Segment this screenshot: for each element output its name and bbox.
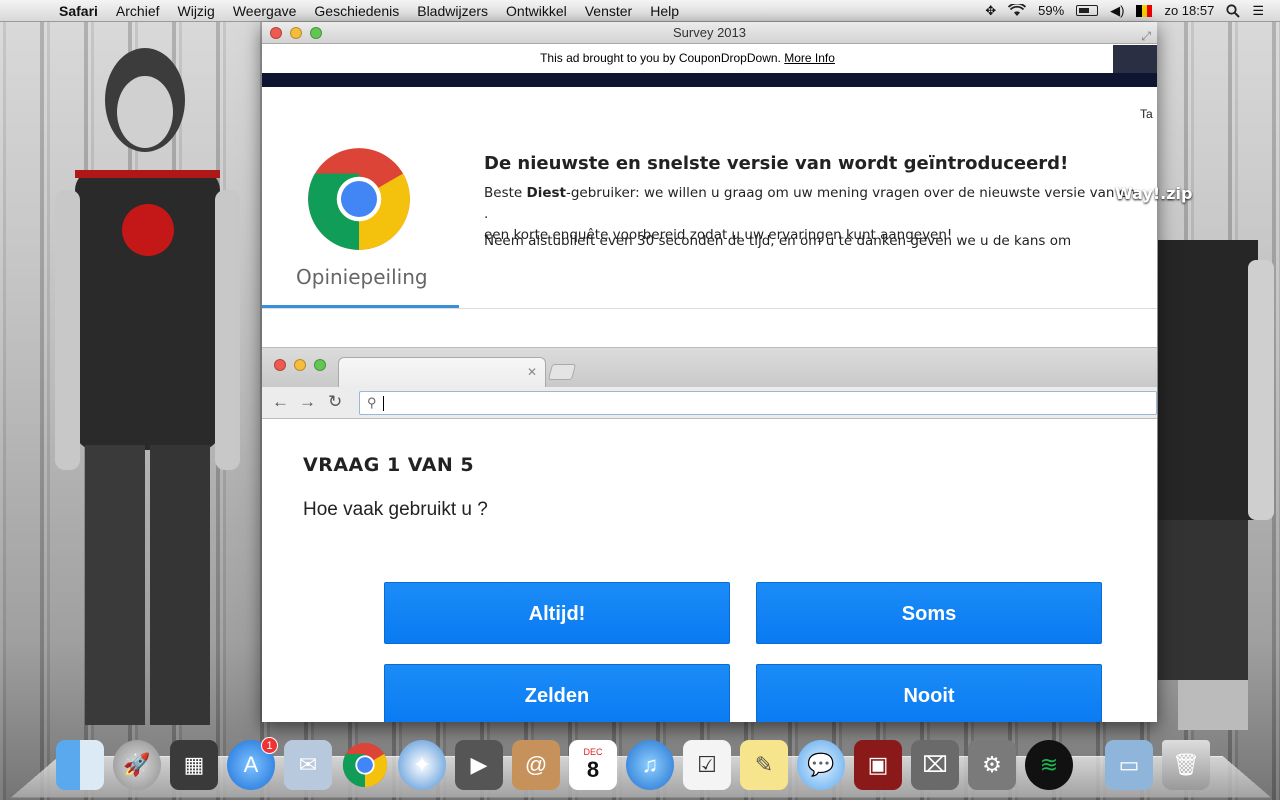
- reload-icon[interactable]: ↻: [328, 392, 342, 412]
- bluetooth-icon[interactable]: ✥: [985, 3, 996, 19]
- zoom-window-button[interactable]: [310, 27, 322, 39]
- calendar-month: DEC: [583, 747, 603, 757]
- embedded-browser-mockup: ✕ ← → ↻ ⚲ VRAAG 1 VAN 5 Hoe vaak gebruik…: [262, 347, 1157, 722]
- more-info-link[interactable]: More Info: [784, 51, 835, 65]
- forward-arrow-icon[interactable]: →: [299, 392, 316, 412]
- dock: 🚀 ▦ A1 ✉ ✦ ▶ @ DEC 8 ♫ ☑ ✎ 💬 ▣ ⌧ ⚙ ≋ ▭ 🗑: [56, 734, 1210, 790]
- menu-bladwijzers[interactable]: Bladwijzers: [408, 3, 497, 19]
- applications-folder-icon[interactable]: ▭: [1105, 740, 1153, 790]
- ad-banner: This ad brought to you by CouponDropDown…: [262, 45, 1113, 73]
- launchpad-icon[interactable]: 🚀: [113, 740, 161, 790]
- survey-header: Ta Opiniepeiling De nieuwste en snelste …: [262, 87, 1157, 312]
- notification-center-icon[interactable]: ☰: [1252, 3, 1264, 19]
- spotlight-icon[interactable]: [1226, 3, 1241, 18]
- notes-icon[interactable]: ✎: [740, 740, 788, 790]
- app-store-badge: 1: [261, 737, 278, 754]
- safari-icon[interactable]: ✦: [398, 740, 446, 790]
- contacts-icon[interactable]: @: [512, 740, 560, 790]
- minimize-window-button[interactable]: [290, 27, 302, 39]
- answer-button-soms[interactable]: Soms: [756, 582, 1102, 644]
- address-bar-input[interactable]: ⚲: [359, 391, 1157, 415]
- window-title: Survey 2013: [673, 25, 746, 40]
- menu-weergave[interactable]: Weergave: [224, 3, 306, 19]
- browser-minimize-button[interactable]: [294, 359, 306, 371]
- menu-bar: Safari Archief Wijzig Weergave Geschiede…: [0, 0, 1280, 22]
- browser-tab-bar: ✕: [262, 347, 1157, 388]
- mail-icon[interactable]: ✉: [284, 740, 332, 790]
- wallpaper-person-left: [55, 48, 240, 725]
- window-titlebar[interactable]: Survey 2013 ⤢: [262, 22, 1157, 44]
- survey-intro-para2: Neem alstublieft even 30 seconden de tij…: [484, 233, 1072, 249]
- question-counter: VRAAG 1 VAN 5: [303, 454, 475, 476]
- menu-wijzig[interactable]: Wijzig: [169, 3, 224, 19]
- browser-toolbar: ← → ↻ ⚲: [262, 387, 1157, 419]
- volume-icon[interactable]: ◀): [1110, 3, 1124, 19]
- search-icon: ⚲: [367, 395, 377, 410]
- finder-icon[interactable]: [56, 740, 104, 790]
- messages-icon[interactable]: 💬: [797, 740, 845, 790]
- intro-rest: -gebruiker: we willen u graag om uw meni…: [484, 185, 1136, 222]
- menu-ontwikkel[interactable]: Ontwikkel: [497, 3, 576, 19]
- answer-button-altijd[interactable]: Altijd!: [384, 582, 730, 644]
- chrome-dock-icon[interactable]: [341, 740, 389, 790]
- menu-venster[interactable]: Venster: [576, 3, 641, 19]
- ad-text: This ad brought to you by CouponDropDown…: [540, 51, 781, 65]
- truncated-corner-text: Ta: [1140, 107, 1153, 121]
- header-divider: [262, 308, 1157, 309]
- menu-geschiedenis[interactable]: Geschiedenis: [305, 3, 408, 19]
- spotify-icon[interactable]: ≋: [1025, 740, 1073, 790]
- calendar-icon[interactable]: DEC 8: [569, 740, 617, 790]
- chrome-logo-icon: [308, 148, 410, 250]
- calendar-day: 8: [586, 757, 600, 782]
- mission-control-icon[interactable]: ▦: [170, 740, 218, 790]
- survey-window: Survey 2013 ⤢ This ad brought to you by …: [262, 22, 1157, 722]
- battery-icon[interactable]: [1076, 5, 1099, 16]
- back-arrow-icon[interactable]: ←: [272, 392, 289, 412]
- fullscreen-icon[interactable]: ⤢: [1141, 25, 1151, 47]
- ad-bar-edge: [1113, 45, 1157, 73]
- tab-close-icon[interactable]: ✕: [527, 365, 537, 379]
- menu-archief[interactable]: Archief: [107, 3, 169, 19]
- answer-button-zelden[interactable]: Zelden: [384, 664, 730, 722]
- wifi-icon[interactable]: [1008, 4, 1027, 17]
- dock-separator: [1082, 740, 1096, 790]
- input-source-flag-icon[interactable]: [1136, 4, 1153, 17]
- menu-help[interactable]: Help: [641, 3, 688, 19]
- navy-header-strip: [262, 73, 1157, 87]
- intro-prefix: Beste: [484, 185, 527, 201]
- desktop-file-label[interactable]: Way!.zip: [1115, 184, 1192, 203]
- answer-button-nooit[interactable]: Nooit: [756, 664, 1102, 722]
- trash-icon[interactable]: 🗑: [1162, 740, 1210, 790]
- battery-percentage[interactable]: 59%: [1038, 3, 1064, 18]
- text-cursor: [382, 395, 384, 411]
- menu-clock[interactable]: zo 18:57: [1164, 3, 1214, 18]
- new-tab-button[interactable]: [547, 364, 577, 380]
- reminders-icon[interactable]: ☑: [683, 740, 731, 790]
- browser-zoom-button[interactable]: [314, 359, 326, 371]
- facetime-icon[interactable]: ▶: [455, 740, 503, 790]
- photo-booth-icon[interactable]: ▣: [854, 740, 902, 790]
- iphoto-icon[interactable]: ⌧: [911, 740, 959, 790]
- close-window-button[interactable]: [270, 27, 282, 39]
- menu-safari[interactable]: Safari: [50, 3, 107, 19]
- browser-tab[interactable]: ✕: [338, 357, 546, 388]
- survey-headline: De nieuwste en snelste versie van wordt …: [484, 153, 1069, 174]
- system-preferences-icon[interactable]: ⚙: [968, 740, 1016, 790]
- brand-label: Opiniepeiling: [296, 265, 428, 289]
- itunes-icon[interactable]: ♫: [626, 740, 674, 790]
- app-store-icon[interactable]: A1: [227, 737, 278, 790]
- intro-city: Diest: [526, 185, 566, 201]
- wallpaper-person-right: [1158, 240, 1274, 730]
- question-text: Hoe vaak gebruikt u ?: [303, 499, 488, 520]
- browser-close-button[interactable]: [274, 359, 286, 371]
